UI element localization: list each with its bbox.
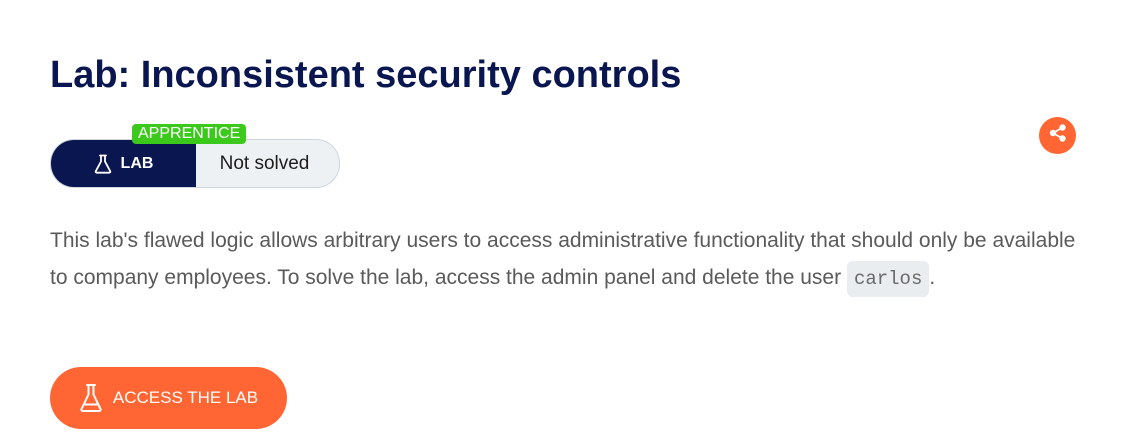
status-pill: LAB Not solved: [50, 139, 340, 188]
solved-status: Not solved: [219, 152, 310, 174]
lab-status-widget: APPRENTICE LAB Not solved: [50, 124, 340, 188]
access-lab-button[interactable]: ACCESS THE LAB: [50, 367, 287, 429]
access-lab-label: ACCESS THE LAB: [112, 388, 259, 407]
page-title: Lab: Inconsistent security controls: [50, 54, 682, 96]
lab-description: This lab's flawed logic allows arbitrary…: [50, 222, 1080, 297]
flask-icon: [79, 383, 103, 413]
share-icon: [1049, 124, 1067, 147]
flask-icon: [94, 154, 112, 174]
lab-type-label: LAB: [51, 140, 196, 187]
description-suffix: .: [929, 266, 936, 289]
lab-label: LAB: [120, 154, 154, 172]
share-button[interactable]: [1039, 117, 1076, 154]
lab-page: Lab: Inconsistent security controls APPR…: [0, 0, 1125, 435]
level-badge: APPRENTICE: [132, 124, 247, 144]
username-code: carlos: [846, 261, 930, 297]
